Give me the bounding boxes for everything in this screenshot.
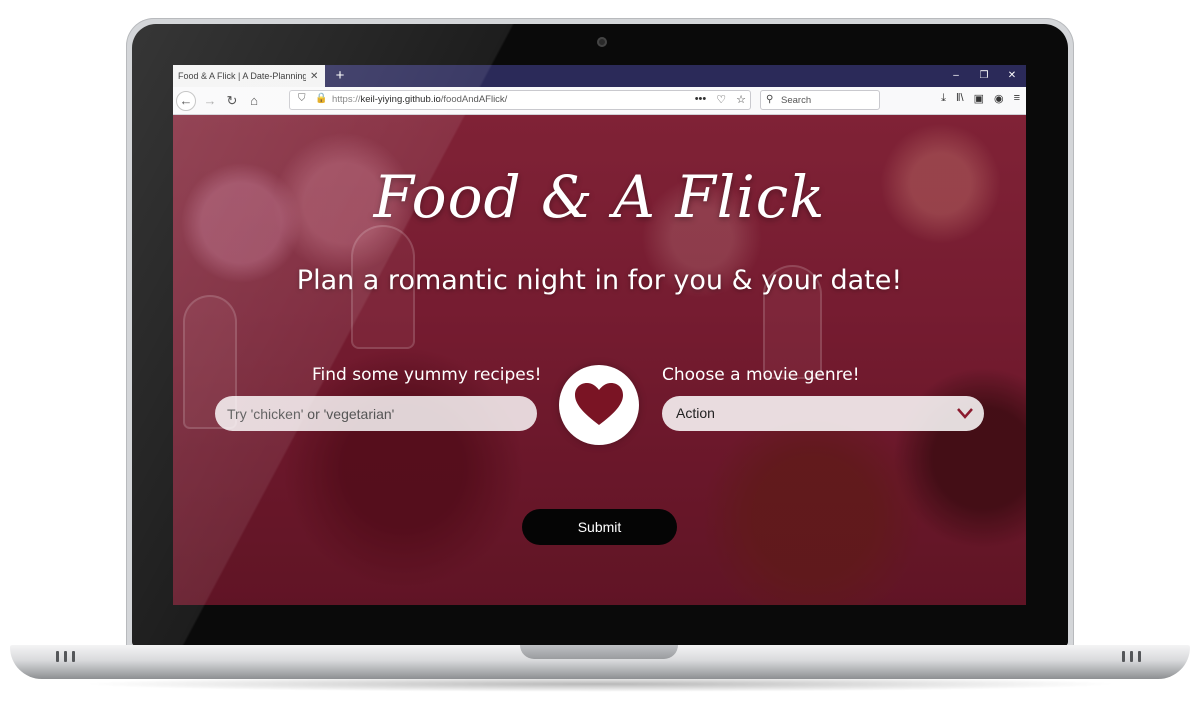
genre-selected-value: Action — [676, 405, 715, 421]
page-content: Food & A Flick Plan a romantic night in … — [173, 115, 1026, 605]
pocket-icon[interactable]: ♡ — [716, 93, 726, 106]
url-protocol: https:// — [332, 94, 361, 105]
menu-icon[interactable]: ≡ — [1014, 92, 1020, 105]
search-bar[interactable]: ⚲ Search — [760, 90, 880, 110]
download-icon[interactable]: ⤓ — [941, 92, 946, 105]
submit-button[interactable]: Submit — [522, 509, 677, 545]
close-window-button[interactable]: ✕ — [998, 65, 1026, 87]
url-actions: ••• ♡ ☆ — [695, 93, 746, 106]
restore-button[interactable]: ❐ — [970, 65, 998, 87]
forward-button[interactable]: → — [200, 91, 220, 111]
back-button[interactable]: ← — [176, 91, 196, 111]
chevron-down-icon — [956, 396, 974, 444]
search-placeholder: Search — [781, 95, 812, 106]
tab-title: Food & A Flick | A Date-Planning A — [178, 71, 306, 81]
tab-close-icon[interactable]: ✕ — [310, 71, 318, 82]
arrow-right-icon: → — [203, 93, 217, 108]
url-text: https://keil-yiying.github.io/foodAndAFl… — [332, 94, 507, 105]
account-icon[interactable]: ◉ — [994, 92, 1004, 105]
reload-button[interactable]: ↻ — [222, 91, 242, 111]
home-icon: ⌂ — [250, 93, 258, 108]
recipe-label: Find some yummy recipes! — [312, 365, 542, 385]
laptop-hinge-notch — [520, 645, 678, 659]
url-path: /foodAndAFlick/ — [440, 94, 508, 105]
movie-genre-label: Choose a movie genre! — [662, 365, 860, 385]
reload-icon: ↻ — [226, 93, 238, 108]
movie-genre-select[interactable]: Action — [662, 396, 984, 431]
webcam — [597, 37, 607, 47]
lock-icon: 🔒 — [315, 93, 328, 104]
heart-badge — [559, 365, 639, 445]
library-icon[interactable]: ‖\ — [956, 92, 964, 105]
new-tab-button[interactable]: + — [331, 66, 349, 86]
url-bar[interactable]: ⛉ 🔒 https://keil-yiying.github.io/foodAn… — [289, 90, 751, 110]
search-icon: ⚲ — [766, 94, 774, 105]
toolbar-icons: ⤓ ‖\ ▣ ◉ ≡ — [941, 92, 1020, 105]
home-button[interactable]: ⌂ — [244, 91, 264, 111]
tab-strip: Food & A Flick | A Date-Planning A ✕ + –… — [173, 65, 1026, 87]
sidebar-icon[interactable]: ▣ — [974, 92, 984, 105]
url-host: keil-yiying.github.io — [360, 94, 441, 105]
browser-tab[interactable]: Food & A Flick | A Date-Planning A ✕ — [173, 65, 325, 87]
more-actions-icon[interactable]: ••• — [695, 93, 707, 106]
arrow-left-icon: ← — [179, 93, 193, 108]
speaker-vent-right — [1122, 651, 1141, 662]
speaker-vent-left — [56, 651, 75, 662]
bookmark-star-icon[interactable]: ☆ — [736, 93, 746, 106]
page-subtitle: Plan a romantic night in for you & your … — [296, 265, 903, 296]
page-title: Food & A Flick — [373, 163, 826, 231]
minimize-button[interactable]: – — [942, 65, 970, 87]
browser-window: Food & A Flick | A Date-Planning A ✕ + –… — [173, 65, 1026, 605]
heart-icon — [575, 383, 623, 425]
shield-icon: ⛉ — [298, 93, 306, 104]
recipe-search-input[interactable] — [215, 396, 537, 431]
navigation-bar: ← → ↻ ⌂ ⛉ 🔒 https://keil-yiying.github.i… — [173, 87, 1026, 115]
